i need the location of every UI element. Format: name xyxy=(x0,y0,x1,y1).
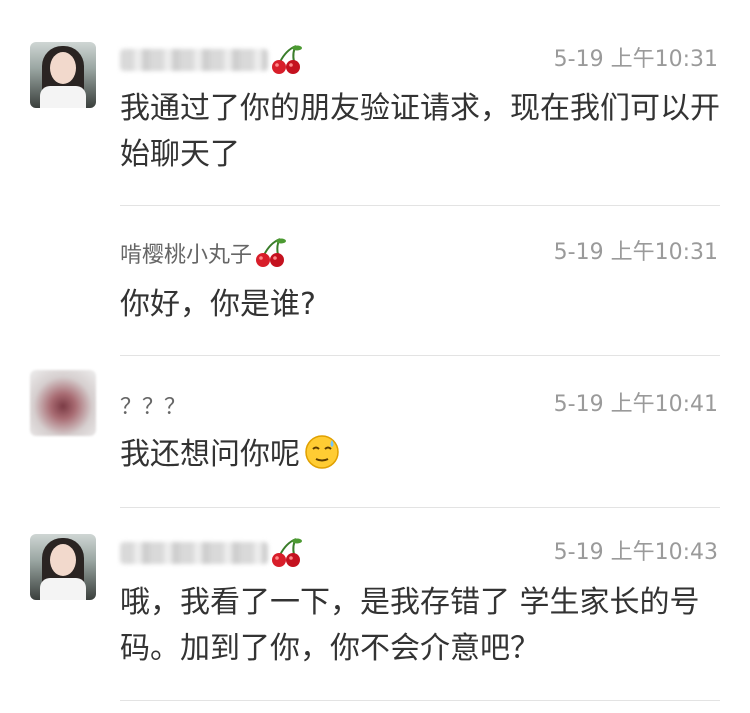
sender-row xyxy=(120,43,304,77)
avatar[interactable] xyxy=(30,42,96,108)
avatar-shirt xyxy=(40,86,86,108)
cherry-icon xyxy=(256,238,287,267)
message-text-content: 我还想问你呢 xyxy=(120,437,300,472)
message-text[interactable]: 你好，你是谁? xyxy=(120,282,730,328)
cherry-icon xyxy=(272,538,302,567)
sender-row: 啃樱桃小丸子 xyxy=(120,236,288,270)
avatar-face xyxy=(50,544,76,576)
avatar-face xyxy=(50,52,76,84)
chat-message: 啃樱桃小丸子 5-19 上午10:31 你好，你是谁? xyxy=(0,206,750,356)
chat-message: 5-19 上午10:31 我通过了你的朋友验证请求，现在我们可以开始聊天了 xyxy=(0,0,750,206)
message-time: 5-19 上午10:43 xyxy=(553,540,718,565)
avatar[interactable] xyxy=(30,370,96,436)
message-text[interactable]: 我通过了你的朋友验证请求，现在我们可以开始聊天了 xyxy=(120,86,730,178)
sender-name-blurred xyxy=(120,542,268,564)
sender-row xyxy=(120,536,304,570)
chat-message-list: 5-19 上午10:31 我通过了你的朋友验证请求，现在我们可以开始聊天了 啃樱… xyxy=(0,0,750,713)
sweat-smile-emoji xyxy=(305,435,339,469)
message-text[interactable]: 我还想问你呢 xyxy=(120,432,730,478)
sender-name[interactable]: 啃樱桃小丸子 xyxy=(120,237,252,269)
avatar-shirt xyxy=(40,578,86,600)
message-time: 5-19 上午10:31 xyxy=(553,240,718,265)
sender-row: ？？？ xyxy=(120,388,186,422)
avatar[interactable] xyxy=(30,534,96,600)
chat-message: ？？？ 5-19 上午10:41 我还想问你呢 xyxy=(0,356,750,508)
sender-name[interactable]: ？？？ xyxy=(120,389,186,421)
chat-message: 5-19 上午10:43 哦，我看了一下，是我存错了 学生家长的号码。加到了你，… xyxy=(0,508,750,713)
message-text[interactable]: 哦，我看了一下，是我存错了 学生家长的号码。加到了你，你不会介意吧？ xyxy=(120,580,710,672)
message-time: 5-19 上午10:41 xyxy=(553,392,718,417)
sender-name-blurred xyxy=(120,49,268,71)
cherry-icon xyxy=(272,45,302,74)
message-time: 5-19 上午10:31 xyxy=(553,47,718,72)
divider xyxy=(120,700,720,701)
